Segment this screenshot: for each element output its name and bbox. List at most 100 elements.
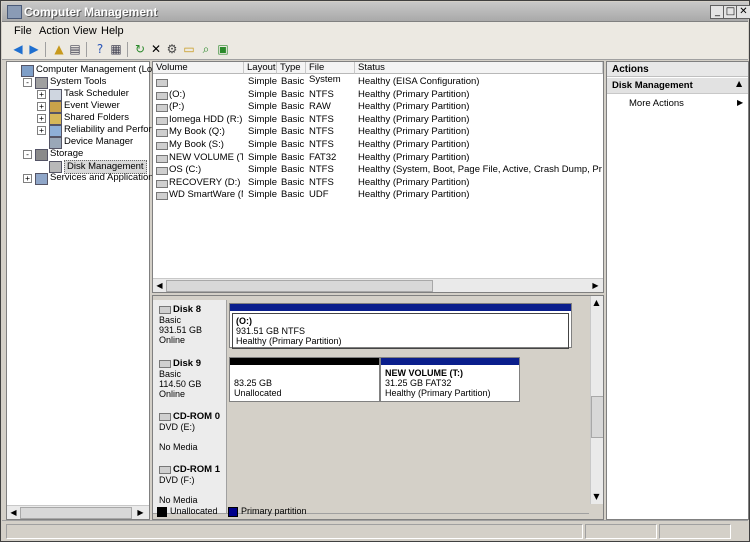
volume-row[interactable]: My Book (S:) Simple Basic NTFS Healthy (Prim…	[153, 139, 603, 152]
drive-icon	[156, 192, 168, 201]
volume-row[interactable]: WD SmartWare (M:) SimpleBasic UDF Healthy (…	[153, 189, 603, 202]
disk-info-line: 114.50 GB	[159, 379, 202, 389]
menu-help[interactable]: Help	[101, 25, 124, 37]
legend-unallocated: Unallocated	[157, 506, 218, 517]
help-icon[interactable]: ?	[93, 42, 107, 56]
actions-section-disk-management[interactable]: Disk Management ▲	[607, 78, 748, 94]
legend-primary-partition: Primary partition	[228, 506, 307, 517]
tree-item-label: Device Manager	[64, 136, 134, 147]
volume-cell-volume: (P:)	[169, 101, 185, 113]
title-bar[interactable]: Computer Management _ □ ✕	[2, 2, 750, 22]
tree-item-device-manager[interactable]: Device Manager	[7, 136, 149, 149]
tree-horizontal-scrollbar[interactable]: ◀ ▶	[7, 505, 149, 519]
disk-name: Disk 9	[173, 358, 201, 369]
volume-row[interactable]: My Book (Q:) Simple Basic NTFS Healthy (Prim…	[153, 126, 603, 139]
tree-item-services-and-applications[interactable]: + Services and Applications	[7, 172, 158, 185]
column-header-layout[interactable]: Layout	[244, 62, 277, 74]
disk-view-vertical-scrollbar[interactable]: ▲ ▼	[590, 296, 603, 504]
scroll-thumb[interactable]	[591, 396, 603, 438]
tree-item-storage[interactable]: - Storage	[7, 148, 149, 161]
tree-item-disk-management[interactable]: Disk Management	[7, 160, 149, 174]
expand-icon[interactable]: +	[37, 90, 46, 99]
volume-cell-file-system: UDF	[309, 189, 329, 201]
partition-color-bar	[230, 304, 571, 311]
volume-cell-status: Healthy (Primary Partition)	[358, 189, 470, 201]
disk-partition-area: 83.25 GB Unallocated NEW VOLUME (T:) 31.25 …	[227, 354, 589, 408]
volume-row[interactable]: Simple Basic Healthy (EISA Configuration)	[153, 76, 603, 89]
disk-label-cd-rom-0[interactable]: CD-ROM 0 DVD (E:) No Media	[153, 407, 227, 461]
menu-file[interactable]: File	[14, 25, 32, 37]
tree-item-shared-folders[interactable]: + Shared Folders	[7, 112, 149, 125]
back-arrow-icon[interactable]: ◀	[11, 42, 25, 56]
expand-icon[interactable]: +	[37, 102, 46, 111]
delete-icon[interactable]: ✕	[149, 42, 163, 56]
settings-icon[interactable]: ⚙	[165, 42, 179, 56]
disk-label-disk-9[interactable]: Disk 9 Basic 114.50 GB Online	[153, 354, 227, 408]
tree-item-task-scheduler[interactable]: + Task Scheduler	[7, 88, 149, 101]
volume-cell-status: Healthy (Primary Partition)	[358, 151, 470, 163]
collapse-icon[interactable]: -	[23, 150, 32, 159]
volume-cell-status: Healthy (Primary Partition)	[358, 126, 470, 138]
menu-view[interactable]: View	[73, 25, 97, 37]
properties-icon[interactable]: ▦	[109, 42, 123, 56]
collapse-caret-icon[interactable]: ▲	[736, 79, 742, 88]
forward-arrow-icon[interactable]: ▶	[27, 42, 41, 56]
volume-cell-status: Healthy (Primary Partition)	[358, 113, 470, 125]
scroll-right-arrow[interactable]: ▶	[590, 280, 601, 291]
scroll-left-arrow[interactable]: ◀	[154, 280, 165, 291]
volume-row[interactable]: (O:) Simple Basic NTFS Healthy (Primary Part…	[153, 89, 603, 102]
volume-row[interactable]: NEW VOLUME (T:) Simple Basic FAT32 Healthy (…	[153, 152, 603, 165]
expand-icon[interactable]: +	[37, 114, 46, 123]
tree-item-event-viewer[interactable]: + Event Viewer	[7, 100, 149, 113]
hard-disk-icon	[159, 359, 171, 368]
scroll-thumb[interactable]	[166, 280, 433, 292]
disk-label-disk-8[interactable]: Disk 8 Basic 931.51 GB Online	[153, 300, 227, 355]
expand-icon[interactable]: +	[23, 174, 32, 183]
open-folder-icon[interactable]: ▭	[182, 42, 196, 56]
scroll-right-arrow[interactable]: ▶	[135, 507, 146, 518]
partition-title: (O:)	[236, 316, 252, 326]
tree-item-system-tools[interactable]: - System Tools	[7, 76, 149, 89]
drive-icon	[156, 142, 168, 150]
volume-list-horizontal-scrollbar[interactable]: ◀ ▶	[153, 278, 603, 292]
partition-status: Unallocated	[234, 388, 282, 398]
volume-row[interactable]: (P:) Simple Basic RAW Healthy (Primary Parti…	[153, 101, 603, 114]
show-hide-tree-icon[interactable]: ▤	[68, 42, 82, 56]
collapse-icon[interactable]: -	[23, 78, 32, 87]
services-icon	[35, 173, 48, 185]
scroll-up-arrow[interactable]: ▲	[591, 297, 602, 308]
volume-row[interactable]: OS (C:) Simple Basic NTFS Healthy (System, B…	[153, 164, 603, 177]
drive-icon	[156, 91, 168, 100]
primary-partition[interactable]: NEW VOLUME (T:) 31.25 GB FAT32 Healthy (Pr…	[380, 357, 520, 402]
up-folder-icon[interactable]: ▲	[52, 42, 66, 56]
column-header-status[interactable]: Status	[355, 62, 603, 74]
volume-list: Volume Layout Type File System Status Si…	[152, 61, 604, 293]
column-header-type[interactable]: Type	[277, 62, 306, 74]
disk-info-line	[153, 485, 226, 495]
scroll-left-arrow[interactable]: ◀	[8, 507, 19, 518]
search-icon[interactable]: ⌕	[199, 42, 213, 56]
disk-partition-area: (O:) 931.51 GB NTFS Healthy (Primary Parti…	[227, 300, 589, 355]
disk-properties-icon[interactable]: ▣	[216, 42, 230, 56]
tree-item-reliability-and-performanc[interactable]: + Reliability and Performanc	[7, 124, 175, 137]
primary-partition[interactable]: (O:) 931.51 GB NTFS Healthy (Primary Parti…	[229, 303, 572, 349]
close-button[interactable]: ✕	[736, 5, 750, 19]
cd-drive-icon	[159, 412, 171, 421]
column-header-file-system[interactable]: File System	[306, 62, 355, 85]
tree-item-computer-management-local-[interactable]: Computer Management (Local)	[7, 64, 167, 77]
drive-icon	[156, 179, 168, 188]
unallocated-partition[interactable]: 83.25 GB Unallocated	[229, 357, 380, 402]
action-more-actions[interactable]: More Actions ▶	[607, 97, 748, 110]
volume-cell-type: Basic	[281, 164, 305, 176]
menu-action[interactable]: Action	[39, 25, 70, 37]
scroll-down-arrow[interactable]: ▼	[591, 491, 602, 502]
volume-row[interactable]: RECOVERY (D:) Simple Basic NTFS Healthy (Pri…	[153, 177, 603, 190]
column-header-volume[interactable]: Volume	[153, 62, 244, 74]
actions-section-label: Disk Management	[612, 80, 693, 91]
expand-icon[interactable]: +	[37, 126, 46, 135]
refresh-icon[interactable]: ↻	[133, 42, 147, 56]
disk-info-line: DVD (E:)	[159, 422, 195, 432]
scroll-thumb[interactable]	[20, 507, 132, 519]
volume-cell-status: Healthy (EISA Configuration)	[358, 76, 480, 87]
volume-row[interactable]: Iomega HDD (R:) Simple Basic NTFS Healthy (P…	[153, 114, 603, 127]
